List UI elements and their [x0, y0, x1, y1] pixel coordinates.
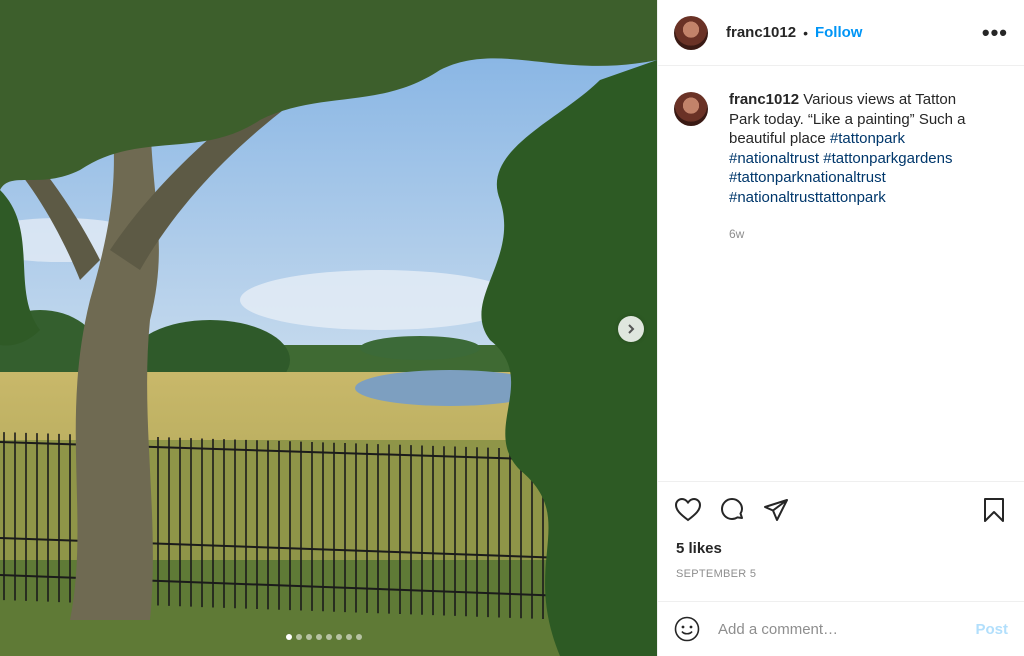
carousel-dot	[326, 634, 332, 640]
hashtag[interactable]: #tattonparknationaltrust	[729, 169, 886, 186]
caption: franc1012 Various views at Tatton Park t…	[674, 90, 1004, 245]
carousel-dots	[286, 634, 362, 640]
hashtag[interactable]: #nationaltrust	[729, 150, 819, 167]
action-bar	[658, 481, 1024, 537]
carousel-dot	[306, 634, 312, 640]
more-options-icon[interactable]: •••	[982, 21, 1008, 44]
heart-icon	[675, 497, 701, 521]
hashtag[interactable]: #tattonparkgardens	[823, 150, 952, 167]
caption-username[interactable]: franc1012	[729, 91, 799, 108]
post-header: franc1012 • Follow •••	[658, 0, 1024, 66]
carousel-dot	[296, 634, 302, 640]
time-ago[interactable]: 6w	[729, 225, 979, 245]
username[interactable]: franc1012	[726, 24, 796, 41]
post-sidebar: franc1012 • Follow ••• franc1012 Various…	[657, 0, 1024, 656]
avatar[interactable]	[674, 15, 708, 50]
hashtag[interactable]: #nationaltrusttattonpark	[729, 189, 886, 206]
post-photo[interactable]	[0, 0, 657, 656]
caption-body: franc1012 Various views at Tatton Park t…	[729, 90, 979, 245]
share-button[interactable]	[762, 496, 790, 524]
carousel-dot	[356, 634, 362, 640]
carousel-dot	[316, 634, 322, 640]
caption-avatar[interactable]	[674, 92, 708, 126]
carousel-dot	[286, 634, 292, 640]
comment-input[interactable]	[716, 619, 976, 639]
hashtag[interactable]: #tattonpark	[830, 130, 905, 147]
carousel-dot	[336, 634, 342, 640]
like-button[interactable]	[674, 496, 702, 524]
next-slide-button[interactable]	[618, 316, 644, 342]
carousel-dot	[346, 634, 352, 640]
separator-dot: •	[803, 24, 808, 41]
comment-bar: Post	[658, 601, 1024, 656]
comment-icon	[721, 497, 743, 520]
comment-button[interactable]	[718, 496, 746, 524]
post-date: SEPTEMBER 5	[676, 568, 757, 580]
bookmark-icon	[984, 497, 1004, 522]
like-count[interactable]: 5 likes	[676, 540, 722, 557]
send-icon	[764, 498, 788, 521]
post-comment-button[interactable]: Post	[975, 621, 1008, 638]
smiley-icon[interactable]	[674, 616, 700, 642]
chevron-right-icon	[628, 324, 635, 334]
save-button[interactable]	[980, 496, 1008, 524]
follow-button[interactable]: Follow	[815, 24, 863, 41]
park-landscape-image	[0, 0, 657, 656]
